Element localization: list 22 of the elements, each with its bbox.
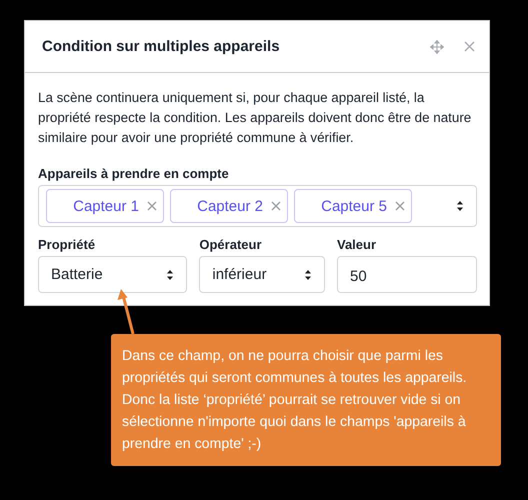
remove-icon[interactable]	[271, 201, 281, 211]
device-tag[interactable]: Capteur 5	[294, 189, 412, 223]
dropdown-arrows-icon	[304, 268, 312, 280]
description-text: La scène continuera uniquement si, pour chaque appareil listé, la propriété respecte la condition. Les appareils doivent donc être de nature similaire pour avoir une propriété commune à vérifier.	[38, 89, 472, 147]
device-tag[interactable]: Capteur 2	[170, 189, 288, 223]
field-label: Propriété	[38, 237, 96, 252]
dropdown-arrows-icon	[456, 200, 464, 212]
field-label: Valeur	[337, 237, 378, 252]
close-icon[interactable]	[464, 41, 475, 52]
dropdown[interactable]: inférieur	[199, 256, 325, 293]
input-field[interactable]: 50	[337, 256, 477, 293]
annotation-note: Dans ce champ, on ne pourra choisir que parmi les propriétés qui seront communes à toutes les appareils. Donc la liste ‘propriété’ pourrait se retrouver vide si on sélectionne n'importe quoi dans le champs 'appareils à prendre en compte' ;-)	[111, 334, 501, 466]
remove-icon[interactable]	[395, 201, 405, 211]
dropdown[interactable]: Batterie	[38, 256, 188, 293]
field-label: Appareils à prendre en compte	[38, 166, 230, 181]
dialog-title: Condition sur multiples appareils	[42, 38, 281, 55]
dropdown-arrows-icon	[166, 268, 174, 280]
device-tag[interactable]: Capteur 1	[46, 189, 164, 223]
field-label: Opérateur	[199, 237, 263, 252]
move-icon[interactable]	[430, 40, 444, 54]
remove-icon[interactable]	[147, 201, 157, 211]
multi-select-field[interactable]: Capteur 1 Capteur 2 Capteur 5	[38, 185, 477, 227]
